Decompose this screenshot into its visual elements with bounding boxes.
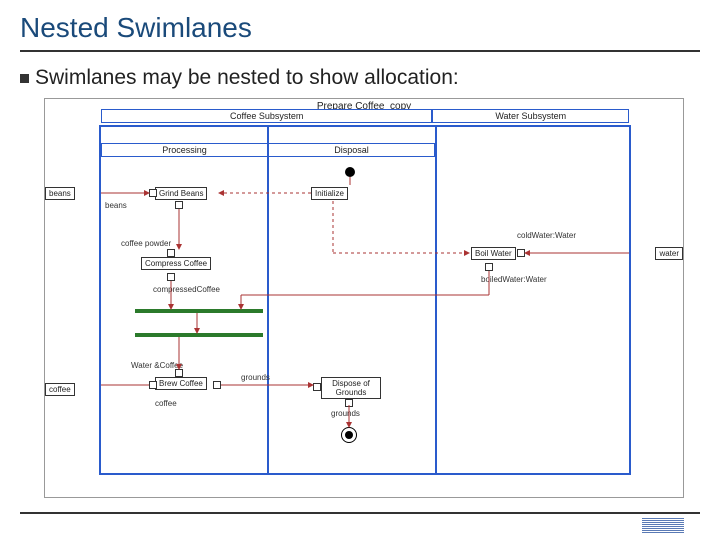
- pin-icon: [345, 399, 353, 407]
- ibm-logo-icon: [642, 518, 684, 534]
- pin-icon: [175, 201, 183, 209]
- pin-water: water: [655, 247, 683, 260]
- pin-icon: [167, 273, 175, 281]
- join-bar: [135, 309, 263, 313]
- label-boiled-water: boiledWater:Water: [481, 275, 547, 284]
- activity-initialize: Initialize: [311, 187, 348, 200]
- label-cold-water: coldWater:Water: [517, 231, 576, 240]
- bullet-icon: [20, 74, 29, 83]
- lane-header-row: Coffee Subsystem Water Subsystem: [101, 109, 629, 123]
- diagram-frame: Prepare Coffee_copy beans coffee water C…: [44, 98, 684, 498]
- label-grounds2: grounds: [331, 409, 360, 418]
- outer-swimlane: Coffee Subsystem Water Subsystem Process…: [99, 125, 631, 475]
- label-compressed-coffee: compressedCoffee: [153, 285, 220, 294]
- lane-divider-1: [267, 127, 269, 473]
- lane-coffee-subsystem: Coffee Subsystem: [101, 109, 432, 123]
- label-grounds: grounds: [241, 373, 270, 382]
- slide-title: Nested Swimlanes: [20, 12, 700, 52]
- label-coffee: coffee: [155, 399, 177, 408]
- bullet: Swimlanes may be nested to show allocati…: [20, 66, 700, 90]
- lane-water-subsystem: Water Subsystem: [432, 109, 629, 123]
- pin-coffee: coffee: [45, 383, 75, 396]
- bullet-text: Swimlanes may be nested to show allocati…: [35, 66, 459, 90]
- pin-icon: [167, 249, 175, 257]
- initial-node: [345, 167, 355, 177]
- activity-boil-water: Boil Water: [471, 247, 516, 260]
- pin-icon: [213, 381, 221, 389]
- pin-icon: [149, 381, 157, 389]
- activity-dispose-grounds: Dispose of Grounds: [321, 377, 381, 399]
- lane-disposal: Disposal: [268, 143, 435, 157]
- pin-icon: [175, 369, 183, 377]
- lane-divider-2: [435, 127, 437, 473]
- activity-brew-coffee: Brew Coffee: [155, 377, 207, 390]
- label-beans: beans: [105, 201, 127, 210]
- lane-processing: Processing: [101, 143, 268, 157]
- pin-icon: [517, 249, 525, 257]
- flow-arrows: [101, 127, 629, 473]
- fork-bar: [135, 333, 263, 337]
- label-coffee-powder: coffee powder: [121, 239, 171, 248]
- activity-compress-coffee: Compress Coffee: [141, 257, 211, 270]
- activity-grind-beans: Grind Beans: [155, 187, 207, 200]
- footer-divider: [20, 512, 700, 514]
- final-node: [341, 427, 357, 443]
- pin-icon: [313, 383, 321, 391]
- pin-beans: beans: [45, 187, 75, 200]
- label-water-coffee: Water &Coffee: [131, 361, 183, 370]
- pin-icon: [149, 189, 157, 197]
- pin-icon: [485, 263, 493, 271]
